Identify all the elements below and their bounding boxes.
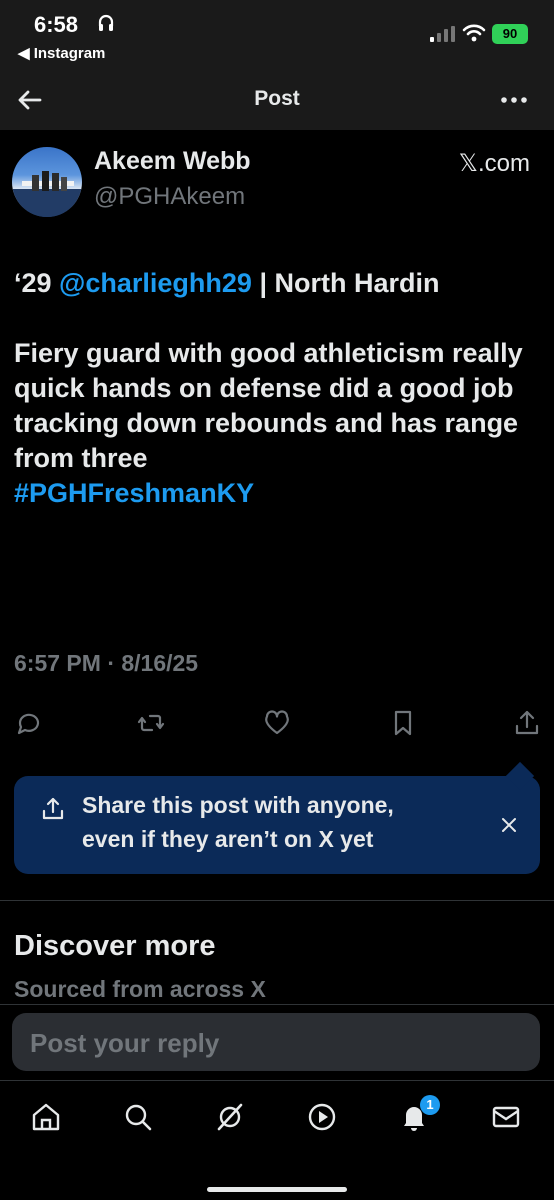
back-to-app-link[interactable]: ◀ Instagram bbox=[18, 44, 105, 62]
reply-bar: Post your reply bbox=[0, 1004, 554, 1080]
status-bar: 6:58 ◀ Instagram 90 bbox=[0, 0, 554, 72]
post-actions bbox=[0, 704, 554, 744]
battery-indicator: 90 bbox=[492, 24, 528, 44]
avatar-image bbox=[12, 171, 82, 217]
headphones-icon bbox=[98, 14, 114, 31]
search-icon[interactable] bbox=[122, 1101, 154, 1133]
more-options-icon[interactable] bbox=[496, 84, 532, 116]
hashtag-link[interactable]: #PGHFreshmanKY bbox=[14, 476, 542, 511]
author-name[interactable]: Akeem Webb bbox=[94, 147, 251, 176]
avatar[interactable] bbox=[12, 147, 82, 217]
discover-subtitle: Sourced from across X bbox=[14, 976, 266, 1002]
share-icon[interactable] bbox=[512, 708, 542, 738]
bookmark-icon[interactable] bbox=[388, 708, 418, 738]
messages-mail-icon[interactable] bbox=[490, 1101, 522, 1133]
repost-icon[interactable] bbox=[136, 708, 166, 738]
home-indicator bbox=[207, 1187, 347, 1192]
share-prompt-line2: even if they aren’t on X yet bbox=[82, 826, 374, 852]
post-body: ‘29 @charlieghh29 | North Hardin Fiery g… bbox=[14, 266, 542, 511]
bottom-tab-bar: 1 bbox=[0, 1080, 554, 1200]
notification-badge: 1 bbox=[420, 1095, 440, 1115]
grok-icon[interactable] bbox=[214, 1101, 246, 1133]
post-first-line: ‘29 @charlieghh29 | North Hardin bbox=[14, 266, 542, 301]
mention-link[interactable]: @charlieghh29 bbox=[59, 268, 252, 298]
post-author: Akeem Webb @PGHAkeem 𝕏.com bbox=[12, 147, 542, 217]
x-logo-label: 𝕏.com bbox=[458, 150, 530, 177]
video-play-icon[interactable] bbox=[306, 1101, 338, 1133]
like-heart-icon[interactable] bbox=[262, 708, 292, 738]
top-nav: Post bbox=[0, 72, 554, 130]
reply-input[interactable]: Post your reply bbox=[12, 1013, 540, 1071]
page-title: Post bbox=[254, 87, 300, 110]
post-text-suffix: | North Hardin bbox=[251, 268, 440, 298]
reply-placeholder: Post your reply bbox=[30, 1028, 220, 1058]
wifi-icon bbox=[462, 24, 486, 42]
home-icon[interactable] bbox=[30, 1101, 62, 1133]
share-prompt-line1: Share this post with anyone, bbox=[82, 792, 394, 818]
status-time: 6:58 bbox=[34, 12, 79, 37]
cellular-signal-icon bbox=[430, 26, 455, 42]
section-divider bbox=[0, 900, 554, 901]
share-prompt-banner[interactable]: Share this post with anyone, even if the… bbox=[14, 761, 540, 874]
share-upload-icon bbox=[42, 797, 64, 820]
reply-icon[interactable] bbox=[14, 708, 44, 738]
post-text-prefix: ‘29 bbox=[14, 268, 60, 298]
banner-pointer bbox=[505, 761, 535, 791]
post-timestamp: 6:57 PM · 8/16/25 bbox=[14, 650, 199, 676]
post-description: Fiery guard with good athleticism really… bbox=[14, 338, 523, 473]
discover-title: Discover more bbox=[14, 930, 216, 962]
author-handle[interactable]: @PGHAkeem bbox=[94, 183, 245, 211]
close-icon[interactable] bbox=[498, 814, 520, 836]
